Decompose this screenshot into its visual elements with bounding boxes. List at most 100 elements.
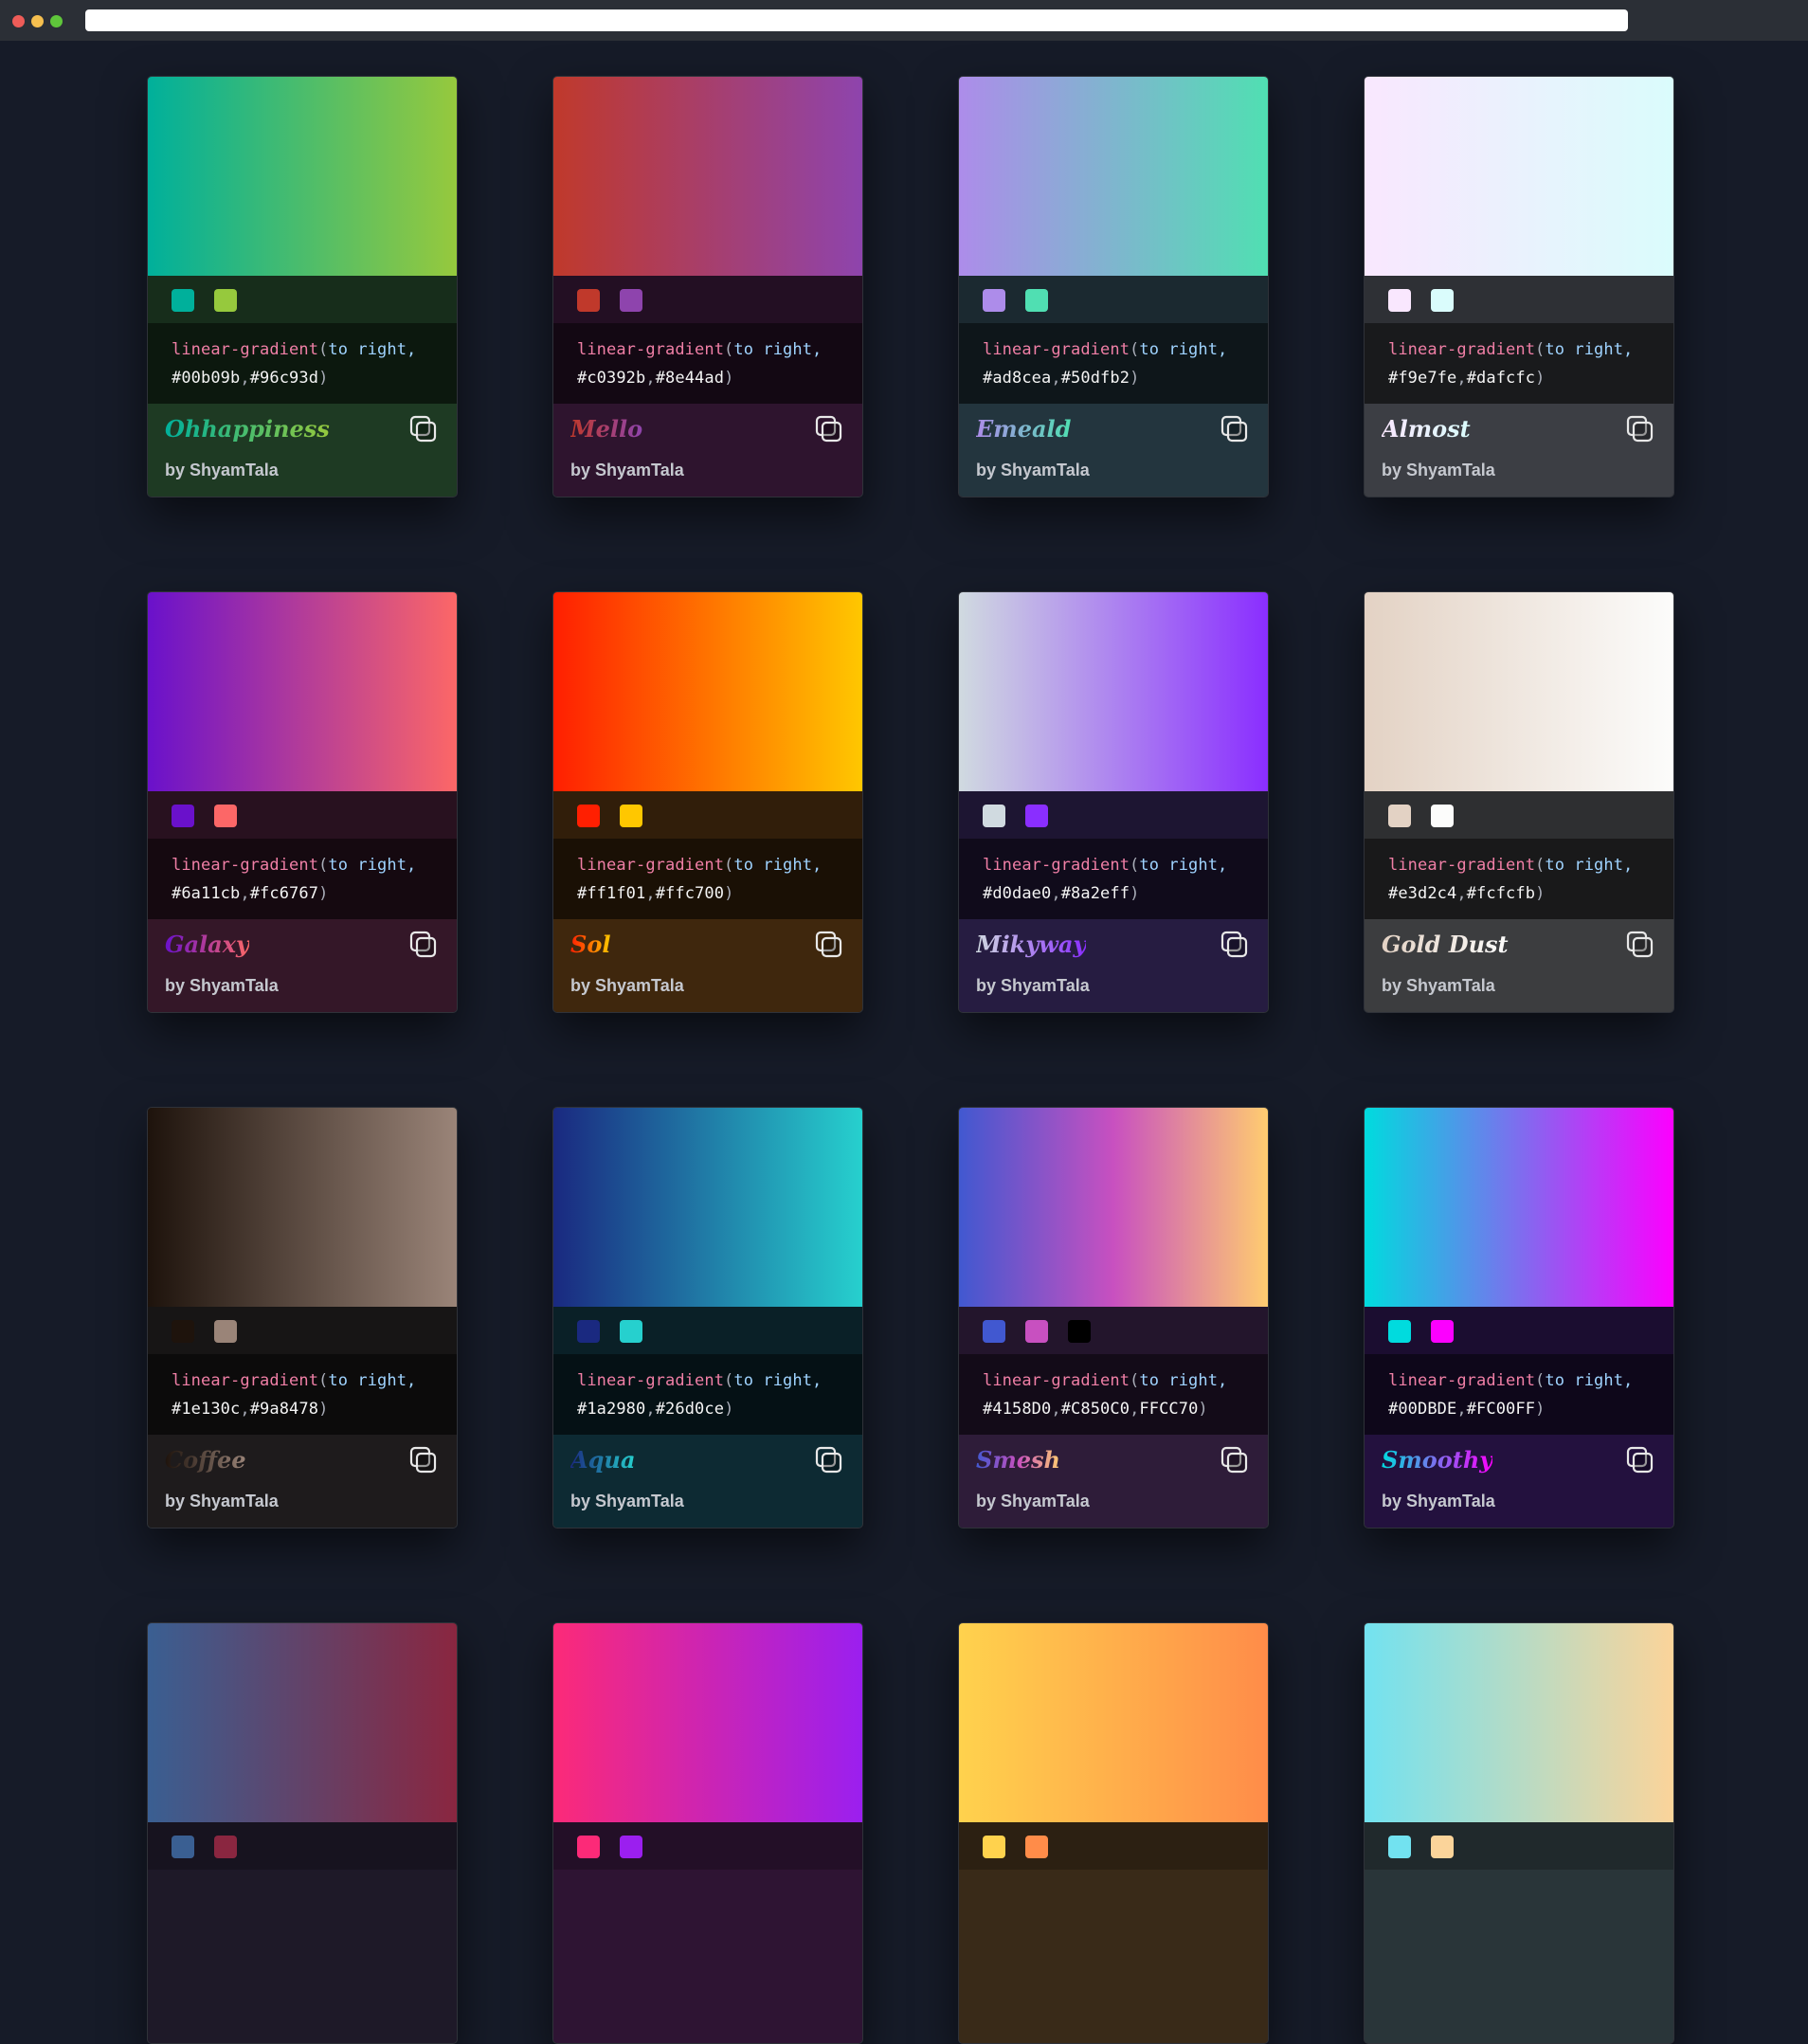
gradient-preview[interactable] — [1365, 1623, 1673, 1822]
color-swatch[interactable] — [1388, 805, 1411, 827]
copy-icon[interactable] — [409, 415, 438, 443]
color-swatch[interactable] — [1431, 1836, 1454, 1858]
card-footer: Smesh by ShyamTala — [959, 1435, 1268, 1528]
copy-icon[interactable] — [815, 931, 843, 959]
close-window-button[interactable] — [12, 15, 25, 27]
color-swatch[interactable] — [214, 1836, 237, 1858]
color-swatch[interactable] — [214, 1320, 237, 1343]
gradient-code[interactable]: linear-gradient(to right, #00DBDE,#FC00FF… — [1365, 1354, 1673, 1435]
card-footer: Ohhappiness by ShyamTala — [148, 404, 457, 497]
gradient-preview[interactable] — [148, 592, 457, 791]
gradient-code[interactable]: linear-gradient(to right, #c0392b,#8e44ad… — [553, 323, 862, 404]
copy-icon[interactable] — [1220, 1446, 1249, 1474]
code-hex-value: #ad8cea — [983, 369, 1052, 388]
code-line-2: #6a11cb,#fc6767) — [172, 884, 329, 903]
gradient-code[interactable]: linear-gradient(to right, #1e130c,#9a8478… — [148, 1354, 457, 1435]
color-swatch[interactable] — [620, 289, 642, 312]
color-swatch[interactable] — [983, 1320, 1005, 1343]
gradient-author: by ShyamTala — [1382, 461, 1495, 479]
gradient-name: Almost — [1382, 415, 1471, 443]
copy-icon[interactable] — [1220, 415, 1249, 443]
color-swatch[interactable] — [214, 805, 237, 827]
code-hex-value: #fcfcfb — [1466, 884, 1536, 903]
copy-icon[interactable] — [409, 1446, 438, 1474]
code-hex-value: #1a2980 — [577, 1400, 646, 1419]
color-swatch[interactable] — [1431, 805, 1454, 827]
color-swatch[interactable] — [620, 1836, 642, 1858]
color-swatch[interactable] — [620, 1320, 642, 1343]
gradient-preview[interactable] — [959, 1623, 1268, 1822]
gradient-code[interactable]: linear-gradient(to right, #00b09b,#96c93d… — [148, 323, 457, 404]
gradient-author: by ShyamTala — [570, 976, 684, 995]
copy-icon[interactable] — [1626, 931, 1654, 959]
maximize-window-button[interactable] — [50, 15, 63, 27]
code-line-2: #00DBDE,#FC00FF) — [1388, 1400, 1546, 1419]
copy-icon[interactable] — [1626, 415, 1654, 443]
code-line-2: #4158D0,#C850C0,FFCC70) — [983, 1400, 1208, 1419]
color-swatch[interactable] — [172, 1836, 194, 1858]
color-swatch[interactable] — [172, 1320, 194, 1343]
minimize-window-button[interactable] — [31, 15, 44, 27]
color-swatch[interactable] — [1388, 1836, 1411, 1858]
gradient-preview[interactable] — [1365, 592, 1673, 791]
code-line-1: linear-gradient(to right, — [172, 1371, 417, 1390]
gradient-author: by ShyamTala — [976, 976, 1090, 995]
gradient-preview[interactable] — [553, 592, 862, 791]
gradient-preview[interactable] — [148, 77, 457, 276]
gradient-code[interactable]: linear-gradient(to right, #4158D0,#C850C0… — [959, 1354, 1268, 1435]
gradient-preview[interactable] — [1365, 1108, 1673, 1307]
color-swatch[interactable] — [620, 805, 642, 827]
color-swatch[interactable] — [1431, 1320, 1454, 1343]
color-swatch[interactable] — [1431, 289, 1454, 312]
card-footer: Emeald by ShyamTala — [959, 404, 1268, 497]
color-swatch[interactable] — [214, 289, 237, 312]
gradient-code[interactable]: linear-gradient(to right, #e3d2c4,#fcfcfb… — [1365, 839, 1673, 919]
gradient-preview[interactable] — [1365, 77, 1673, 276]
gradient-preview[interactable] — [959, 592, 1268, 791]
address-bar[interactable] — [85, 9, 1628, 31]
copy-icon[interactable] — [815, 415, 843, 443]
gradient-code[interactable]: linear-gradient(to right, #d0dae0,#8a2eff… — [959, 839, 1268, 919]
gradient-code[interactable]: linear-gradient(to right, #ad8cea,#50dfb2… — [959, 323, 1268, 404]
color-swatch[interactable] — [577, 1320, 600, 1343]
color-swatch[interactable] — [577, 1836, 600, 1858]
gradient-code[interactable]: linear-gradient(to right, #1a2980,#26d0ce… — [553, 1354, 862, 1435]
color-swatch[interactable] — [577, 805, 600, 827]
color-swatch[interactable] — [577, 289, 600, 312]
gradient-preview[interactable] — [553, 77, 862, 276]
color-swatch[interactable] — [1068, 1320, 1091, 1343]
gradient-code[interactable]: linear-gradient(to right, #6a11cb,#fc6767… — [148, 839, 457, 919]
copy-icon[interactable] — [409, 931, 438, 959]
gradient-name: Gold Dust — [1382, 931, 1509, 958]
color-swatch[interactable] — [1388, 1320, 1411, 1343]
color-swatch[interactable] — [1388, 289, 1411, 312]
gradient-preview[interactable] — [553, 1623, 862, 1822]
gradient-preview[interactable] — [553, 1108, 862, 1307]
color-swatch[interactable] — [1025, 289, 1048, 312]
color-swatch[interactable] — [1025, 1836, 1048, 1858]
code-direction: to right, — [733, 1371, 823, 1390]
gradient-code[interactable]: linear-gradient(to right, #ff1f01,#ffc700… — [553, 839, 862, 919]
gradient-name: Sol — [570, 931, 611, 958]
color-swatch[interactable] — [1025, 1320, 1048, 1343]
code-function: linear-gradient — [1388, 1371, 1536, 1390]
copy-icon[interactable] — [1220, 931, 1249, 959]
color-swatch[interactable] — [1025, 805, 1048, 827]
gradient-preview[interactable] — [148, 1623, 457, 1822]
code-line-1: linear-gradient(to right, — [1388, 856, 1634, 875]
color-swatch[interactable] — [172, 805, 194, 827]
color-swatch[interactable] — [172, 289, 194, 312]
gradient-card: linear-gradient(to right, #1e130c,#9a8478… — [147, 1107, 458, 1528]
gradient-author: by ShyamTala — [976, 1492, 1090, 1510]
copy-icon[interactable] — [1626, 1446, 1654, 1474]
color-swatch[interactable] — [983, 289, 1005, 312]
copy-icon[interactable] — [815, 1446, 843, 1474]
color-swatch[interactable] — [983, 1836, 1005, 1858]
color-swatches — [148, 276, 457, 323]
gradient-preview[interactable] — [148, 1108, 457, 1307]
code-line-1: linear-gradient(to right, — [1388, 1371, 1634, 1390]
color-swatch[interactable] — [983, 805, 1005, 827]
gradient-code[interactable]: linear-gradient(to right, #f9e7fe,#dafcfc… — [1365, 323, 1673, 404]
gradient-preview[interactable] — [959, 1108, 1268, 1307]
gradient-preview[interactable] — [959, 77, 1268, 276]
